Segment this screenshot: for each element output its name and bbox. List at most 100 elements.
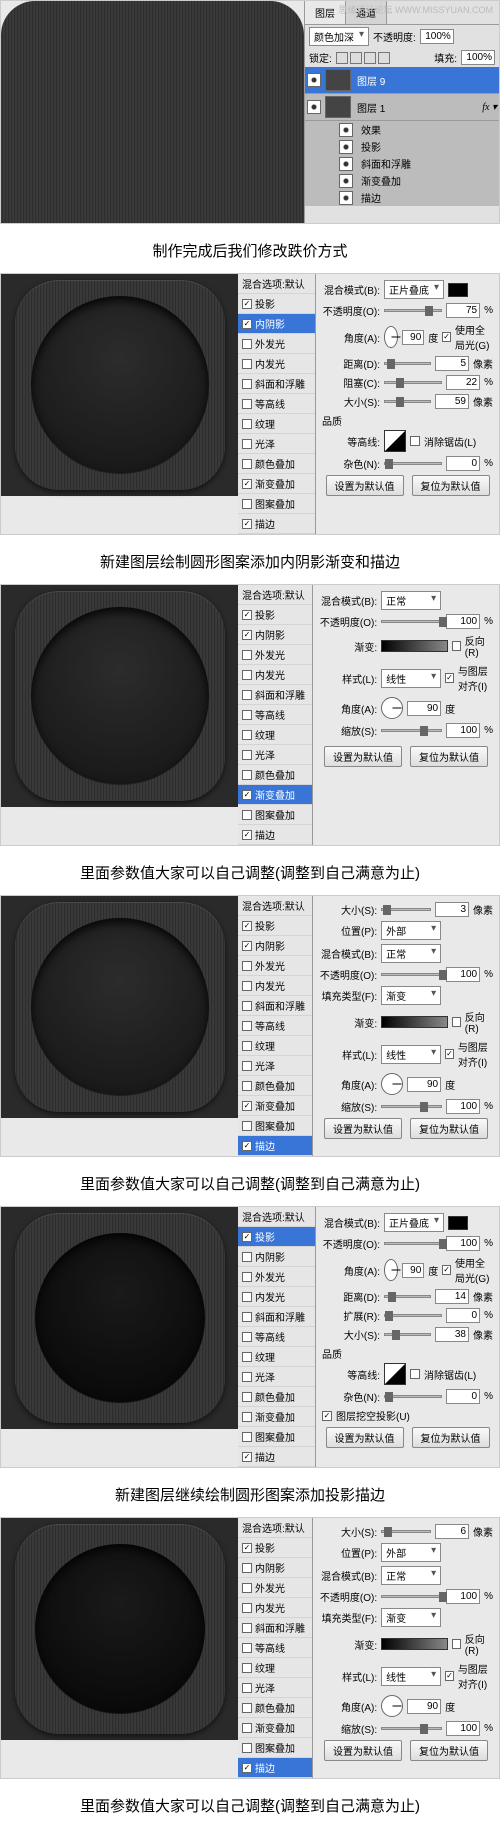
distance-slider[interactable] [384,362,431,365]
style-inner-glow[interactable]: 内发光 [238,665,312,685]
opacity-slider[interactable] [384,1242,442,1245]
style-pattern-overlay[interactable]: 图案叠加 [238,1738,312,1758]
style-texture[interactable]: 纹理 [238,1658,312,1678]
fill-type[interactable]: 渐变 [381,1608,441,1627]
scale-value[interactable]: 100 [446,1721,480,1736]
style-bevel[interactable]: 斜面和浮雕 [238,1307,315,1327]
style-pattern-overlay[interactable]: 图案叠加 [238,805,312,825]
size-value[interactable]: 6 [435,1524,469,1539]
scale-slider[interactable] [381,729,442,732]
reverse-check[interactable] [452,1639,461,1649]
size-slider[interactable] [384,1333,431,1336]
size-value[interactable]: 38 [435,1327,469,1342]
set-default-button[interactable]: 设置为默认值 [324,1740,402,1761]
distance-value[interactable]: 5 [435,356,469,371]
reset-default-button[interactable]: 复位为默认值 [412,1427,490,1448]
style-texture[interactable]: 纹理 [238,1347,315,1367]
style-outer-glow[interactable]: 外发光 [238,334,315,354]
style-stroke[interactable]: 描边 [238,825,312,845]
layer-row-1[interactable]: 图层 1 fx ▾ [305,94,499,121]
style-bevel[interactable]: 斜面和浮雕 [238,374,315,394]
style-texture[interactable]: 纹理 [238,414,315,434]
style-stroke[interactable]: 描边 [238,1447,315,1467]
size-slider[interactable] [381,908,431,911]
distance-value[interactable]: 14 [435,1289,469,1304]
layer-row-9[interactable]: 图层 9 [305,67,499,94]
size-value[interactable]: 3 [435,902,469,917]
visibility-icon[interactable] [339,174,353,188]
opacity-slider[interactable] [381,973,442,976]
angle-dial[interactable] [384,326,398,348]
lock-icons[interactable] [336,52,390,64]
style-drop-shadow[interactable]: 投影 [238,294,315,314]
style-satin[interactable]: 光泽 [238,1678,312,1698]
angle-value[interactable]: 90 [407,701,441,716]
fill-field[interactable]: 100% [461,50,495,65]
reverse-check[interactable] [452,641,461,651]
scale-slider[interactable] [381,1727,442,1730]
style-contour[interactable]: 等高线 [238,1327,315,1347]
angle-dial[interactable] [384,1259,398,1281]
opacity-value[interactable]: 100 [446,967,480,982]
style-drop-shadow[interactable]: 投影 [238,605,312,625]
opacity-field[interactable]: 100% [420,29,454,44]
scale-value[interactable]: 100 [446,1099,480,1114]
style-texture[interactable]: 纹理 [238,725,312,745]
visibility-icon[interactable] [339,191,353,205]
style-inner-shadow[interactable]: 内阴影 [238,1247,315,1267]
align-check[interactable] [445,1671,454,1681]
style-drop-shadow[interactable]: 投影 [238,1227,315,1247]
style-pattern-overlay[interactable]: 图案叠加 [238,1116,312,1136]
reverse-check[interactable] [452,1017,461,1027]
style-gradient-overlay[interactable]: 渐变叠加 [238,785,312,805]
blend-mode[interactable]: 正片叠底 [384,280,444,299]
style-pattern-overlay[interactable]: 图案叠加 [238,494,315,514]
style-inner-shadow[interactable]: 内阴影 [238,625,312,645]
style-drop-shadow[interactable]: 投影 [238,916,312,936]
blend-mode[interactable]: 正常 [381,1566,441,1585]
fx-badge[interactable]: fx ▾ [482,102,497,113]
set-default-button[interactable]: 设置为默认值 [326,1427,404,1448]
style-contour[interactable]: 等高线 [238,1638,312,1658]
style-outer-glow[interactable]: 外发光 [238,1267,315,1287]
grad-style[interactable]: 线性 [381,1045,441,1064]
style-outer-glow[interactable]: 外发光 [238,956,312,976]
opacity-value[interactable]: 100 [446,1236,480,1251]
visibility-icon[interactable] [339,140,353,154]
position-select[interactable]: 外部 [381,921,441,940]
style-inner-glow[interactable]: 内发光 [238,354,315,374]
visibility-icon[interactable] [307,73,321,87]
blend-mode[interactable]: 正常 [381,944,441,963]
choke-value[interactable]: 22 [446,375,480,390]
scale-slider[interactable] [381,1105,442,1108]
visibility-icon[interactable] [307,100,321,114]
opacity-slider[interactable] [384,309,442,312]
distance-slider[interactable] [384,1295,431,1298]
style-outer-glow[interactable]: 外发光 [238,1578,312,1598]
style-satin[interactable]: 光泽 [238,434,315,454]
opacity-value[interactable]: 75 [446,303,480,318]
angle-dial[interactable] [381,1695,403,1717]
style-stroke[interactable]: 描边 [238,1136,312,1156]
set-default-button[interactable]: 设置为默认值 [324,1118,402,1139]
opacity-slider[interactable] [381,1595,442,1598]
knockout-check[interactable] [322,1411,332,1421]
antialias-check[interactable] [410,1369,420,1379]
noise-slider[interactable] [384,462,442,465]
style-satin[interactable]: 光泽 [238,1367,315,1387]
blend-mode[interactable]: 正常 [381,591,441,610]
style-pattern-overlay[interactable]: 图案叠加 [238,1427,315,1447]
spread-value[interactable]: 0 [446,1308,480,1323]
choke-slider[interactable] [384,381,442,384]
visibility-icon[interactable] [339,157,353,171]
size-slider[interactable] [384,400,431,403]
style-color-overlay[interactable]: 颜色叠加 [238,1698,312,1718]
style-stroke[interactable]: 描边 [238,1758,312,1778]
style-gradient-overlay[interactable]: 渐变叠加 [238,1407,315,1427]
style-stroke[interactable]: 描边 [238,514,315,534]
noise-slider[interactable] [384,1395,442,1398]
grad-style[interactable]: 线性 [381,1667,441,1686]
noise-value[interactable]: 0 [446,1389,480,1404]
style-texture[interactable]: 纹理 [238,1036,312,1056]
contour-picker[interactable] [384,1363,406,1385]
